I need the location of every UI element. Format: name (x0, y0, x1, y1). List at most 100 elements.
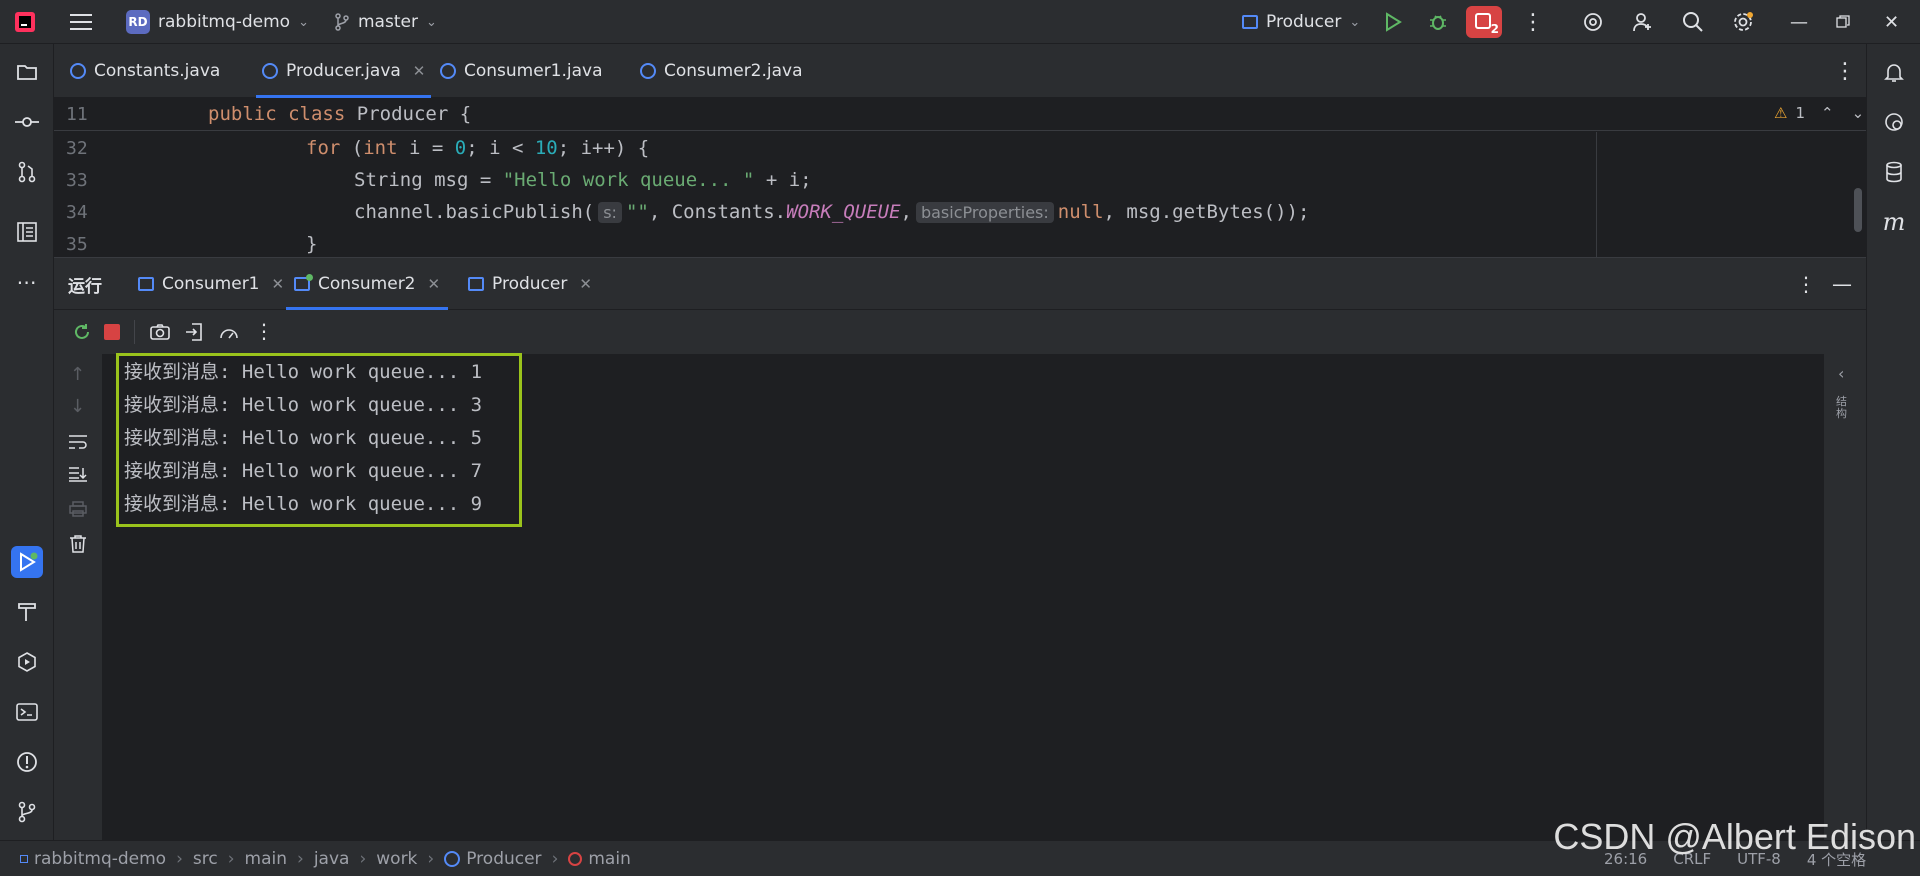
add-user-icon[interactable] (1632, 0, 1654, 44)
database-icon[interactable] (1878, 156, 1910, 188)
chevron-down-icon: ⌄ (425, 14, 437, 30)
arrow-down-icon[interactable]: ↓ (70, 396, 85, 417)
maven-icon[interactable]: m (1878, 206, 1910, 238)
project-selector[interactable]: RD rabbitmq-demo ⌄ (126, 0, 309, 44)
module-icon (20, 855, 28, 863)
run-config-selector[interactable]: Producer ⌄ (1242, 0, 1360, 44)
terminal-icon[interactable] (11, 696, 43, 728)
watermark: CSDN @Albert Edison (1553, 816, 1916, 857)
scroll-to-end-icon[interactable] (68, 466, 88, 486)
import-icon[interactable] (184, 322, 204, 346)
run-button[interactable] (1384, 0, 1402, 44)
code-editor[interactable]: 11 public class Producer { ⚠ 1 ⌃ ⌄ 32 fo… (54, 98, 1866, 258)
main-menu-icon[interactable] (70, 0, 92, 44)
soft-wrap-icon[interactable] (68, 434, 88, 454)
editor-tab-consumer2[interactable]: Consumer2.java (640, 44, 803, 98)
right-margin-guide (1596, 132, 1597, 257)
run-tab-consumer2[interactable]: Consumer2 ✕ (286, 258, 449, 310)
minimize-icon[interactable]: — (1790, 0, 1808, 44)
editor-tab-label: Constants.java (94, 61, 221, 81)
tabs-menu-icon[interactable]: ⋮ (1834, 44, 1856, 98)
search-icon[interactable] (1682, 0, 1704, 44)
run-config-icon (1242, 15, 1258, 29)
close-tab-icon[interactable]: ✕ (272, 275, 285, 293)
code-line-33: 33 String msg = "Hello work queue... " +… (66, 169, 812, 191)
editor-tab-label: Consumer2.java (664, 61, 803, 81)
arrow-up-icon[interactable]: ↑ (70, 364, 85, 385)
rerun-icon[interactable] (72, 322, 92, 346)
camera-icon[interactable] (150, 322, 170, 346)
run-panel-title: 运行 (68, 276, 102, 297)
code-line-32: 32 for (int i = 0; i < 10; i++) { (66, 137, 650, 159)
branch-selector[interactable]: master ⌄ (334, 0, 437, 44)
run-tab-consumer1[interactable]: Consumer1 ✕ (138, 258, 284, 310)
more-options-icon[interactable]: ⋮ (254, 319, 274, 343)
run-panel-options-icon[interactable]: ⋮ (1796, 258, 1816, 310)
restore-icon[interactable] (1836, 0, 1850, 44)
class-icon (444, 851, 461, 867)
editor-tab-label: Producer.java (286, 61, 401, 81)
more-actions-icon[interactable]: ⋮ (1522, 0, 1544, 44)
git-icon[interactable] (11, 796, 43, 828)
commit-icon[interactable] (11, 106, 43, 138)
close-tab-icon[interactable]: ✕ (428, 275, 441, 293)
breadcrumb-item[interactable]: work (376, 849, 417, 869)
param-hint: basicProperties: (915, 201, 1054, 223)
editor-tab-producer[interactable]: Producer.java ✕ (256, 44, 432, 98)
more-tools-icon[interactable]: ⋯ (11, 266, 43, 298)
notifications-bell-icon[interactable] (1878, 56, 1910, 88)
breadcrumb-item[interactable]: rabbitmq-demo (34, 849, 166, 869)
ai-chat-icon[interactable] (1878, 106, 1910, 138)
trash-icon[interactable] (69, 534, 87, 558)
chevron-down-icon[interactable]: ⌄ (1852, 104, 1865, 122)
run-icon (1386, 12, 1402, 32)
services-icon[interactable] (11, 646, 43, 678)
class-icon (640, 63, 656, 79)
editor-scrollbar[interactable] (1854, 188, 1862, 232)
run-config-icon (294, 274, 313, 291)
stop-process-icon[interactable] (104, 324, 120, 340)
branch-name: master (358, 12, 418, 32)
debug-button[interactable] (1428, 0, 1448, 44)
structure-icon[interactable] (11, 216, 43, 248)
close-tab-icon[interactable]: ✕ (413, 62, 426, 80)
inspection-widget[interactable]: ⚠ 1 ⌃ ⌄ (1774, 104, 1864, 122)
editor-tab-bar: Constants.java Producer.java ✕ Consumer1… (54, 44, 1866, 98)
app-logo[interactable] (14, 0, 36, 44)
run-config-name: Producer (1266, 12, 1342, 32)
print-icon[interactable] (68, 500, 88, 522)
git-branch-icon (335, 13, 349, 31)
ai-assistant-icon[interactable] (1582, 0, 1604, 44)
stop-button[interactable]: 2 (1466, 6, 1502, 38)
run-tab-producer[interactable]: Producer ✕ (468, 258, 592, 310)
close-tab-icon[interactable]: ✕ (579, 275, 592, 293)
problems-icon[interactable] (11, 746, 43, 778)
chevron-down-icon: ⌄ (1349, 14, 1361, 30)
stop-badge-count: 2 (1490, 22, 1499, 36)
console-side-panel: ‹ 结构 (1824, 354, 1866, 840)
profiler-gauge-icon[interactable] (218, 322, 240, 346)
hide-panel-icon[interactable]: — (1832, 258, 1852, 310)
structure-side-label[interactable]: 结构 (1836, 396, 1852, 420)
chevron-up-icon[interactable]: ⌃ (1821, 104, 1834, 122)
breadcrumb-item[interactable]: java (314, 849, 350, 869)
chevron-left-icon[interactable]: ‹ (1838, 364, 1844, 383)
breadcrumb-item[interactable]: src (193, 849, 218, 869)
settings-gear-icon[interactable] (1732, 0, 1754, 44)
breadcrumb-item[interactable]: main (245, 849, 287, 869)
breadcrumb-separator-icon: › (427, 849, 435, 869)
build-hammer-icon[interactable] (11, 596, 43, 628)
pull-requests-icon[interactable] (11, 156, 43, 188)
run-panel-header: 运行 Consumer1 ✕ Consumer2 ✕ Producer ✕ ⋮ … (54, 258, 1866, 310)
run-toolbar: ⋮ (54, 310, 1866, 354)
close-window-icon[interactable]: ✕ (1884, 0, 1899, 44)
editor-tab-consumer1[interactable]: Consumer1.java (440, 44, 603, 98)
class-icon (262, 63, 278, 79)
breadcrumb-item[interactable]: main (588, 849, 630, 869)
breadcrumb-item[interactable]: Producer (466, 849, 541, 869)
run-tool-icon[interactable] (11, 546, 43, 578)
editor-tab-constants[interactable]: Constants.java (70, 44, 220, 98)
left-tool-strip: ⋯ (0, 44, 54, 840)
param-hint: s: (598, 201, 622, 223)
project-folder-icon[interactable] (11, 56, 43, 88)
